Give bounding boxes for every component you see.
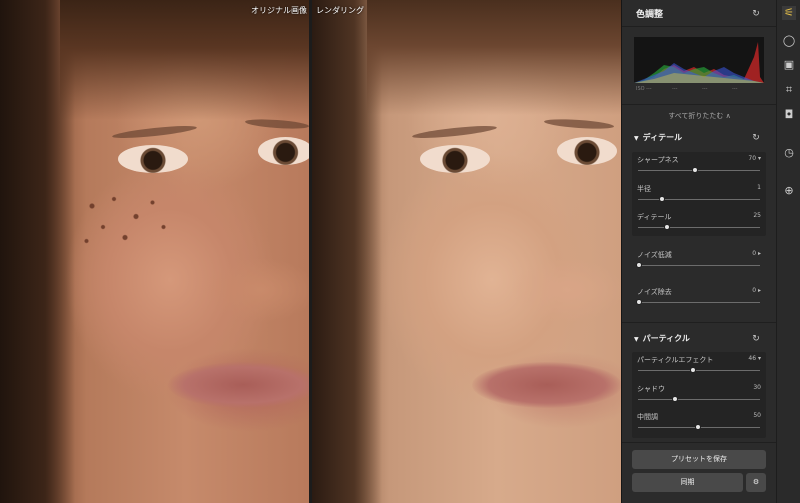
save-preset-button[interactable]: プリセットを保存 (632, 450, 766, 469)
slider-knob[interactable] (636, 262, 642, 268)
reset-particle-icon[interactable]: ↻ (751, 334, 761, 344)
slider-value: 1 (757, 184, 761, 191)
collapse-all-button[interactable]: すべて折りたたむ ∧ (622, 111, 777, 121)
slider-particle-effect[interactable]: パーティクルエフェクト 46 ▾ (632, 352, 766, 380)
slider-knob[interactable] (690, 367, 696, 373)
section-particle-title: パーティクル (642, 334, 690, 343)
slider-knob[interactable] (695, 424, 701, 430)
slider-knob[interactable] (692, 167, 698, 173)
reset-detail-icon[interactable]: ↻ (751, 133, 761, 143)
exif-4: --- (732, 86, 738, 92)
slider-label: シャープネス (637, 156, 679, 164)
image-icon[interactable]: ▣ (782, 58, 796, 72)
menu-arrow-icon[interactable]: ▾ (758, 355, 761, 362)
section-detail-title: ディテール (642, 133, 683, 142)
slider-value[interactable]: 46 ▾ (748, 355, 761, 362)
slider-sharpness[interactable]: シャープネス 70 ▾ (632, 152, 766, 180)
panel-title: 色調整 (636, 10, 664, 20)
particle-card: パーティクルエフェクト 46 ▾ シャドウ 30 中間調 50 (632, 352, 766, 438)
slider-denoise[interactable]: ノイズ除去 0 ▸ (632, 284, 766, 312)
slider-radius[interactable]: 半径 1 (632, 181, 766, 209)
slider-label: ノイズ除去 (637, 288, 672, 296)
tool-sidebar: ⚟ ◯ ▣ ⌗ ◘ ◷ ⊕ (776, 0, 800, 503)
slider-label: 半径 (637, 185, 651, 193)
exif-2: --- (672, 86, 678, 92)
slider-label: パーティクルエフェクト (637, 356, 714, 364)
original-image (0, 0, 309, 503)
slider-noise-reduction[interactable]: ノイズ低減 0 ▸ (632, 247, 766, 275)
menu-arrow-icon[interactable]: ▾ (758, 155, 761, 162)
reset-all-icon[interactable]: ↻ (751, 9, 761, 19)
slider-label: シャドウ (637, 385, 665, 393)
section-detail-header[interactable]: ▼ ディテール (634, 132, 682, 143)
slider-value: 25 (753, 212, 761, 219)
history-icon[interactable]: ◷ (782, 146, 796, 160)
image-canvas[interactable]: オリジナル画像 レンダリング (0, 0, 621, 503)
rendered-image (312, 0, 621, 503)
sync-button[interactable]: 同期 (632, 473, 743, 492)
sync-settings-button[interactable]: ⚙ (746, 473, 766, 492)
slider-knob[interactable] (659, 196, 665, 202)
section-particle-header[interactable]: ▼ パーティクル (634, 333, 690, 344)
exif-iso: ISO --- (636, 86, 652, 92)
slider-label: 中間調 (637, 413, 658, 421)
slider-label: ディテール (637, 213, 672, 221)
slider-shadow[interactable]: シャドウ 30 (632, 381, 766, 409)
expand-triangle-icon: ▼ (634, 135, 639, 142)
detail-card: シャープネス 70 ▾ 半径 1 ディテール 25 (632, 152, 766, 236)
expand-arrow-icon[interactable]: ▸ (758, 287, 761, 294)
slider-knob[interactable] (664, 224, 670, 230)
original-label: オリジナル画像 (251, 6, 307, 15)
rendered-label: レンダリング (316, 6, 364, 15)
color-adjust-panel: 色調整 ↻ ISO --- --- --- --- すべて折りたたむ ∧ ▼ ディ… (621, 0, 777, 503)
slider-value: 30 (753, 384, 761, 391)
gear-icon: ⚙ (752, 478, 760, 486)
slider-value[interactable]: 70 ▾ (748, 155, 761, 162)
crop-icon[interactable]: ⌗ (782, 83, 796, 97)
exif-3: --- (702, 86, 708, 92)
add-icon[interactable]: ⊕ (782, 184, 796, 198)
slider-knob[interactable] (636, 299, 642, 305)
adjust-icon[interactable]: ⚟ (782, 6, 796, 20)
camera-icon[interactable]: ◘ (782, 108, 796, 122)
bulb-icon[interactable]: ◯ (782, 34, 796, 48)
slider-value[interactable]: 0 ▸ (752, 287, 761, 294)
slider-detail[interactable]: ディテール 25 (632, 209, 766, 237)
slider-knob[interactable] (672, 396, 678, 402)
slider-value[interactable]: 0 ▸ (752, 250, 761, 257)
slider-midtone[interactable]: 中間調 50 (632, 409, 766, 437)
slider-label: ノイズ低減 (637, 251, 672, 259)
slider-value: 50 (753, 412, 761, 419)
expand-triangle-icon: ▼ (634, 336, 639, 343)
freckles (70, 185, 180, 255)
histogram (634, 37, 764, 83)
expand-arrow-icon[interactable]: ▸ (758, 250, 761, 257)
